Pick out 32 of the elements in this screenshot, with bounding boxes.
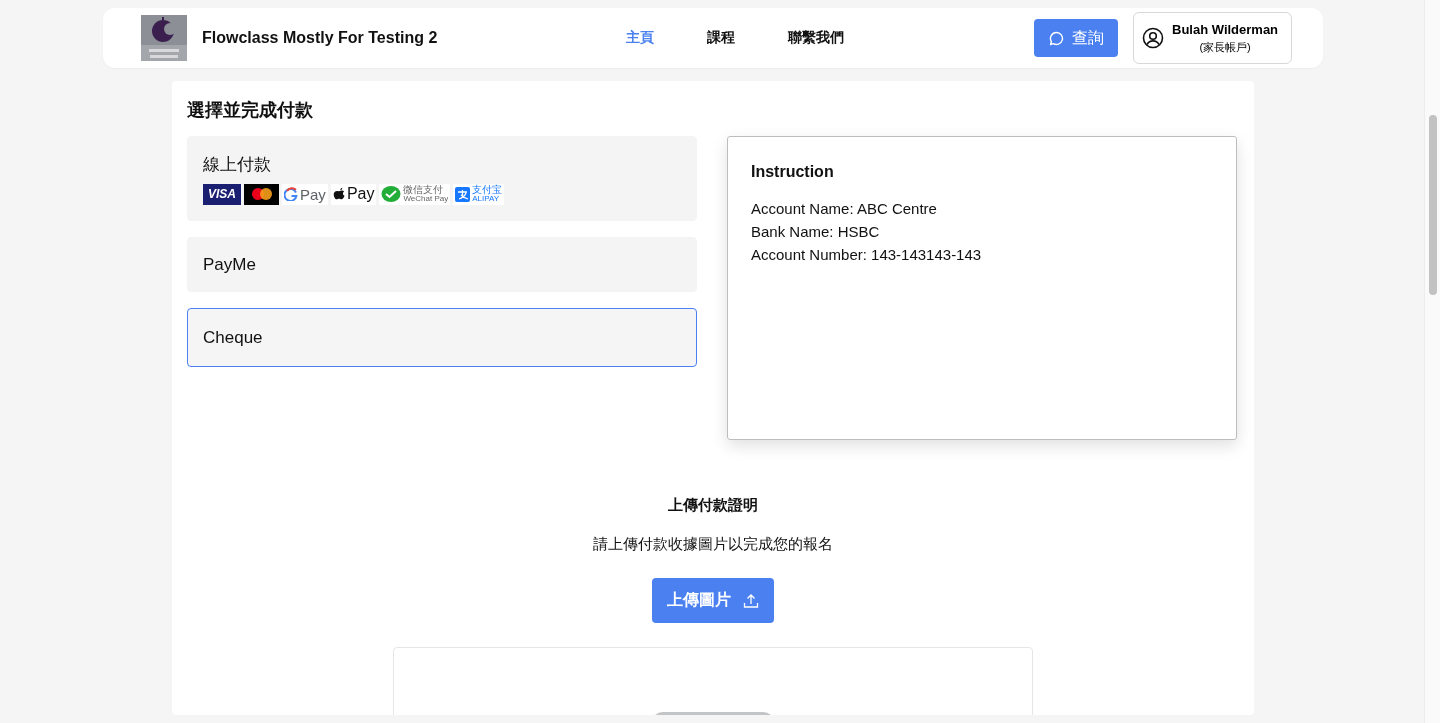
payment-option[interactable]: Cheque bbox=[187, 308, 697, 367]
wechat-pay-logo: 微信支付 WeChat Pay bbox=[379, 183, 451, 205]
instruction-text: Account Name: ABC Centre bbox=[751, 199, 938, 219]
chat-bubble-icon bbox=[1048, 30, 1064, 46]
account-button[interactable]: Bulah Wilderman (家長帳戶) bbox=[1133, 12, 1292, 64]
upload-icon bbox=[743, 592, 759, 609]
alipay-mark-icon bbox=[455, 186, 471, 202]
apple-icon bbox=[332, 187, 345, 201]
user-icon bbox=[1142, 27, 1164, 49]
instruction-text: Bank Name: HSBC bbox=[751, 222, 881, 242]
upload-hint: 請上傳付款收據圖片以完成您的報名 bbox=[593, 535, 833, 554]
alipay-logo: 支付宝 ALIPAY bbox=[453, 183, 505, 205]
instruction-text: Account Number: 143-143143-143 bbox=[751, 245, 983, 265]
option-label: 線上付款 bbox=[203, 153, 271, 176]
scrollbar-thumb[interactable] bbox=[1429, 115, 1437, 295]
nav-link[interactable]: 課程 bbox=[707, 29, 735, 47]
enquiry-button[interactable]: 查詢 bbox=[1034, 19, 1118, 57]
nav-link[interactable]: 主頁 bbox=[626, 29, 654, 47]
visa-logo: VISA bbox=[203, 183, 241, 205]
payment-option[interactable]: 線上付款 VISA Pay Pay 微信支付 WeChat Pay 支付宝 ALIPAY bbox=[187, 136, 697, 221]
scrollbar[interactable] bbox=[1424, 0, 1440, 723]
payment-option[interactable]: PayMe bbox=[187, 237, 697, 292]
upload-button[interactable]: 上傳圖片 bbox=[652, 578, 774, 623]
gpay-logo: Pay bbox=[282, 183, 328, 205]
check-bubble-icon bbox=[381, 185, 402, 203]
applepay-logo: Pay bbox=[330, 183, 377, 205]
site-title[interactable]: Flowclass Mostly For Testing 2 bbox=[202, 29, 438, 47]
section-title: 選擇並完成付款 bbox=[187, 99, 314, 122]
nav-link[interactable]: 聯繫我們 bbox=[788, 29, 844, 47]
upload-title: 上傳付款證明 bbox=[668, 496, 758, 515]
instruction-title: Instruction bbox=[751, 163, 835, 181]
g-letter-icon bbox=[284, 187, 298, 201]
